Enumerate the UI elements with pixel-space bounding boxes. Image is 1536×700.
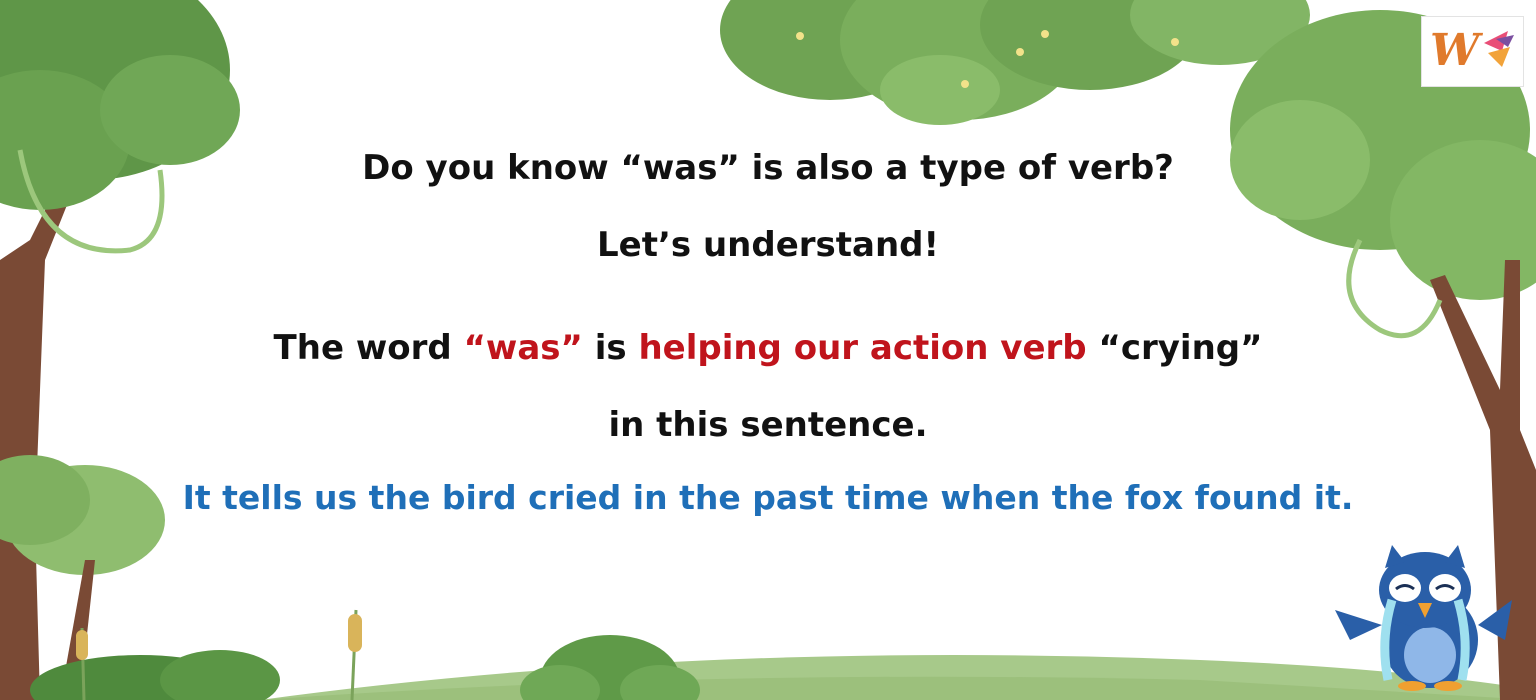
explanation-part-3: is [582,328,639,368]
highlight-helping-verb: helping our action verb [638,328,1087,368]
w-logo-icon: W [1421,16,1524,87]
grass-ground [260,655,1536,700]
explanation-line: The word “was” is helping our action ver… [0,328,1536,368]
intro-line: Let’s understand! [596,225,940,265]
bush-center [520,635,700,700]
highlight-was: “was” [463,328,583,368]
explanation-part-1: The word [273,328,464,368]
logo-flag-icon [1484,31,1514,67]
explanation-part-5: “crying” [1086,328,1263,368]
bush-left [30,650,280,700]
sentence-line: in this sentence. [608,405,928,445]
crying-owl-illustration [1335,545,1512,691]
question-line: Do you know “was” is also a type of verb… [362,148,1174,188]
top-tree-canopy [720,0,1310,125]
meaning-line: It tells us the bird cried in the past t… [182,478,1354,517]
